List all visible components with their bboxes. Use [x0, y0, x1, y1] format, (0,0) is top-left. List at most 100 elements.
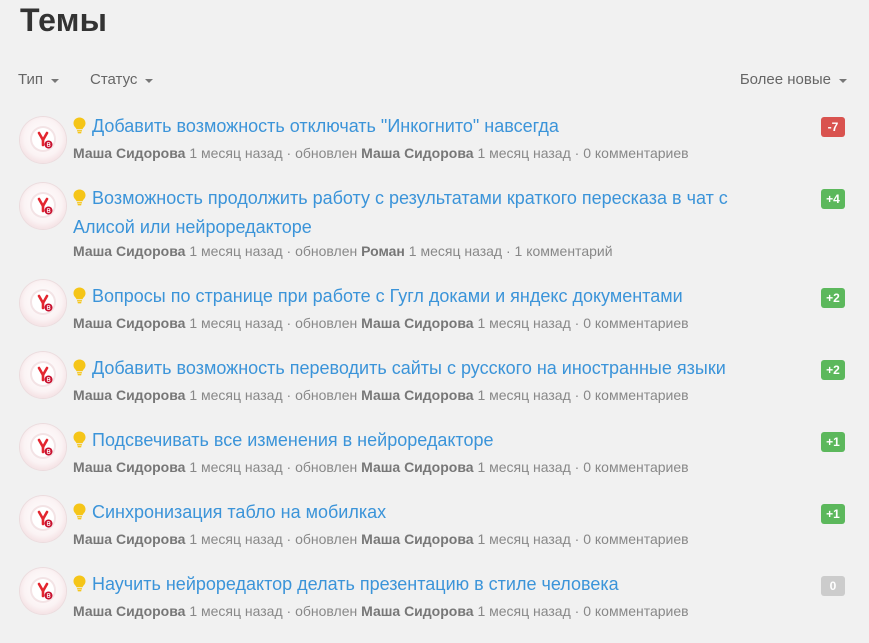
topic-title-link[interactable]: Синхронизация табло на мобилках	[92, 502, 386, 522]
updated-label: обновлен	[295, 145, 358, 161]
updater-name[interactable]: Маша Сидорова	[361, 145, 473, 161]
updated-time: 1 месяц назад	[408, 243, 503, 259]
idea-bulb-icon	[73, 187, 86, 214]
updated-time: 1 месяц назад	[477, 387, 571, 403]
topic-meta: Маша Сидорова 1 месяц назад · обновлен М…	[73, 387, 785, 403]
caret-down-icon	[839, 78, 847, 83]
type-filter-label: Тип	[18, 71, 44, 88]
updater-name[interactable]: Роман	[361, 243, 405, 259]
user-avatar[interactable]	[20, 352, 66, 398]
idea-bulb-icon	[73, 285, 86, 312]
separator-dot: ·	[574, 603, 580, 619]
topic-title-link[interactable]: Добавить возможность отключать "Инкогнит…	[92, 116, 559, 136]
idea-bulb-icon	[73, 429, 86, 456]
vote-count-badge: +1	[821, 432, 845, 452]
status-filter-label: Статус	[90, 71, 138, 88]
topic-meta: Маша Сидорова 1 месяц назад · обновлен М…	[73, 145, 785, 161]
updated-label: обновлен	[295, 603, 358, 619]
idea-bulb-icon	[73, 573, 86, 600]
separator-dot: ·	[574, 531, 580, 547]
topic-heading: Добавить возможность отключать "Инкогнит…	[73, 113, 785, 142]
vote-count-badge: -7	[821, 117, 845, 137]
separator-dot: ·	[574, 145, 580, 161]
user-avatar[interactable]	[20, 424, 66, 470]
idea-bulb-icon	[73, 357, 86, 384]
vote-count-badge: +2	[821, 288, 845, 308]
sort-dropdown[interactable]: Более новые	[740, 71, 847, 88]
vote-count-badge: 0	[821, 576, 845, 596]
comment-count[interactable]: 1 комментарий	[515, 243, 613, 259]
caret-down-icon	[51, 78, 60, 83]
created-time: 1 месяц назад	[189, 387, 283, 403]
created-time: 1 месяц назад	[189, 315, 283, 331]
author-name[interactable]: Маша Сидорова	[73, 387, 185, 403]
separator-dot: ·	[286, 315, 292, 331]
topic-heading: Синхронизация табло на мобилках	[73, 499, 785, 528]
updated-label: обновлен	[295, 315, 358, 331]
topic-meta: Маша Сидорова 1 месяц назад · обновлен М…	[73, 531, 785, 547]
updater-name[interactable]: Маша Сидорова	[361, 603, 473, 619]
comment-count[interactable]: 0 комментариев	[583, 387, 688, 403]
author-name[interactable]: Маша Сидорова	[73, 603, 185, 619]
idea-bulb-icon	[73, 115, 86, 142]
created-time: 1 месяц назад	[189, 603, 283, 619]
caret-down-icon	[145, 78, 154, 83]
updated-label: обновлен	[295, 387, 358, 403]
author-name[interactable]: Маша Сидорова	[73, 145, 185, 161]
topic-title-link[interactable]: Научить нейроредактор делать презентацию…	[92, 574, 619, 594]
separator-dot: ·	[286, 531, 292, 547]
vote-count-badge: +2	[821, 360, 845, 380]
topic-heading: Вопросы по странице при работе с Гугл до…	[73, 283, 785, 312]
yandex-browser-logo-icon	[32, 579, 54, 601]
created-time: 1 месяц назад	[189, 459, 283, 475]
updater-name[interactable]: Маша Сидорова	[361, 315, 473, 331]
topic-meta: Маша Сидорова 1 месяц назад · обновлен М…	[73, 315, 785, 331]
comment-count[interactable]: 0 комментариев	[583, 459, 688, 475]
author-name[interactable]: Маша Сидорова	[73, 315, 185, 331]
separator-dot: ·	[574, 387, 580, 403]
topic-heading: Подсвечивать все изменения в нейроредакт…	[73, 427, 785, 456]
separator-dot: ·	[574, 315, 580, 331]
type-filter-dropdown[interactable]: Тип	[18, 71, 60, 88]
user-avatar[interactable]	[20, 183, 66, 229]
author-name[interactable]: Маша Сидорова	[73, 531, 185, 547]
topic-meta: Маша Сидорова 1 месяц назад · обновлен М…	[73, 459, 785, 475]
author-name[interactable]: Маша Сидорова	[73, 243, 185, 259]
user-avatar[interactable]	[20, 117, 66, 163]
user-avatar[interactable]	[20, 496, 66, 542]
updater-name[interactable]: Маша Сидорова	[361, 531, 473, 547]
topic-title-link[interactable]: Возможность продолжить работу с результа…	[73, 188, 728, 237]
comment-count[interactable]: 0 комментариев	[583, 315, 688, 331]
topic-title-link[interactable]: Вопросы по странице при работе с Гугл до…	[92, 286, 683, 306]
comment-count[interactable]: 0 комментариев	[583, 603, 688, 619]
updater-name[interactable]: Маша Сидорова	[361, 387, 473, 403]
separator-dot: ·	[286, 459, 292, 475]
topic-heading: Добавить возможность переводить сайты с …	[73, 355, 785, 384]
topic-title-link[interactable]: Добавить возможность переводить сайты с …	[92, 358, 726, 378]
yandex-browser-logo-icon	[32, 128, 54, 150]
status-filter-dropdown[interactable]: Статус	[90, 71, 154, 88]
yandex-browser-logo-icon	[32, 507, 54, 529]
created-time: 1 месяц назад	[189, 531, 283, 547]
separator-dot: ·	[286, 243, 292, 259]
idea-bulb-icon	[73, 501, 86, 528]
updated-time: 1 месяц назад	[477, 315, 571, 331]
updated-time: 1 месяц назад	[477, 531, 571, 547]
separator-dot: ·	[574, 459, 580, 475]
vote-count-badge: +1	[821, 504, 845, 524]
topic-meta: Маша Сидорова 1 месяц назад · обновлен Р…	[73, 243, 785, 259]
separator-dot: ·	[286, 387, 292, 403]
yandex-browser-logo-icon	[32, 363, 54, 385]
comment-count[interactable]: 0 комментариев	[583, 145, 688, 161]
comment-count[interactable]: 0 комментариев	[583, 531, 688, 547]
created-time: 1 месяц назад	[189, 243, 283, 259]
author-name[interactable]: Маша Сидорова	[73, 459, 185, 475]
updated-time: 1 месяц назад	[477, 459, 571, 475]
user-avatar[interactable]	[20, 568, 66, 614]
separator-dot: ·	[286, 603, 292, 619]
topic-heading: Возможность продолжить работу с результа…	[73, 185, 785, 241]
sort-label: Более новые	[739, 71, 831, 88]
updater-name[interactable]: Маша Сидорова	[361, 459, 473, 475]
topic-title-link[interactable]: Подсвечивать все изменения в нейроредакт…	[92, 430, 494, 450]
user-avatar[interactable]	[20, 280, 66, 326]
